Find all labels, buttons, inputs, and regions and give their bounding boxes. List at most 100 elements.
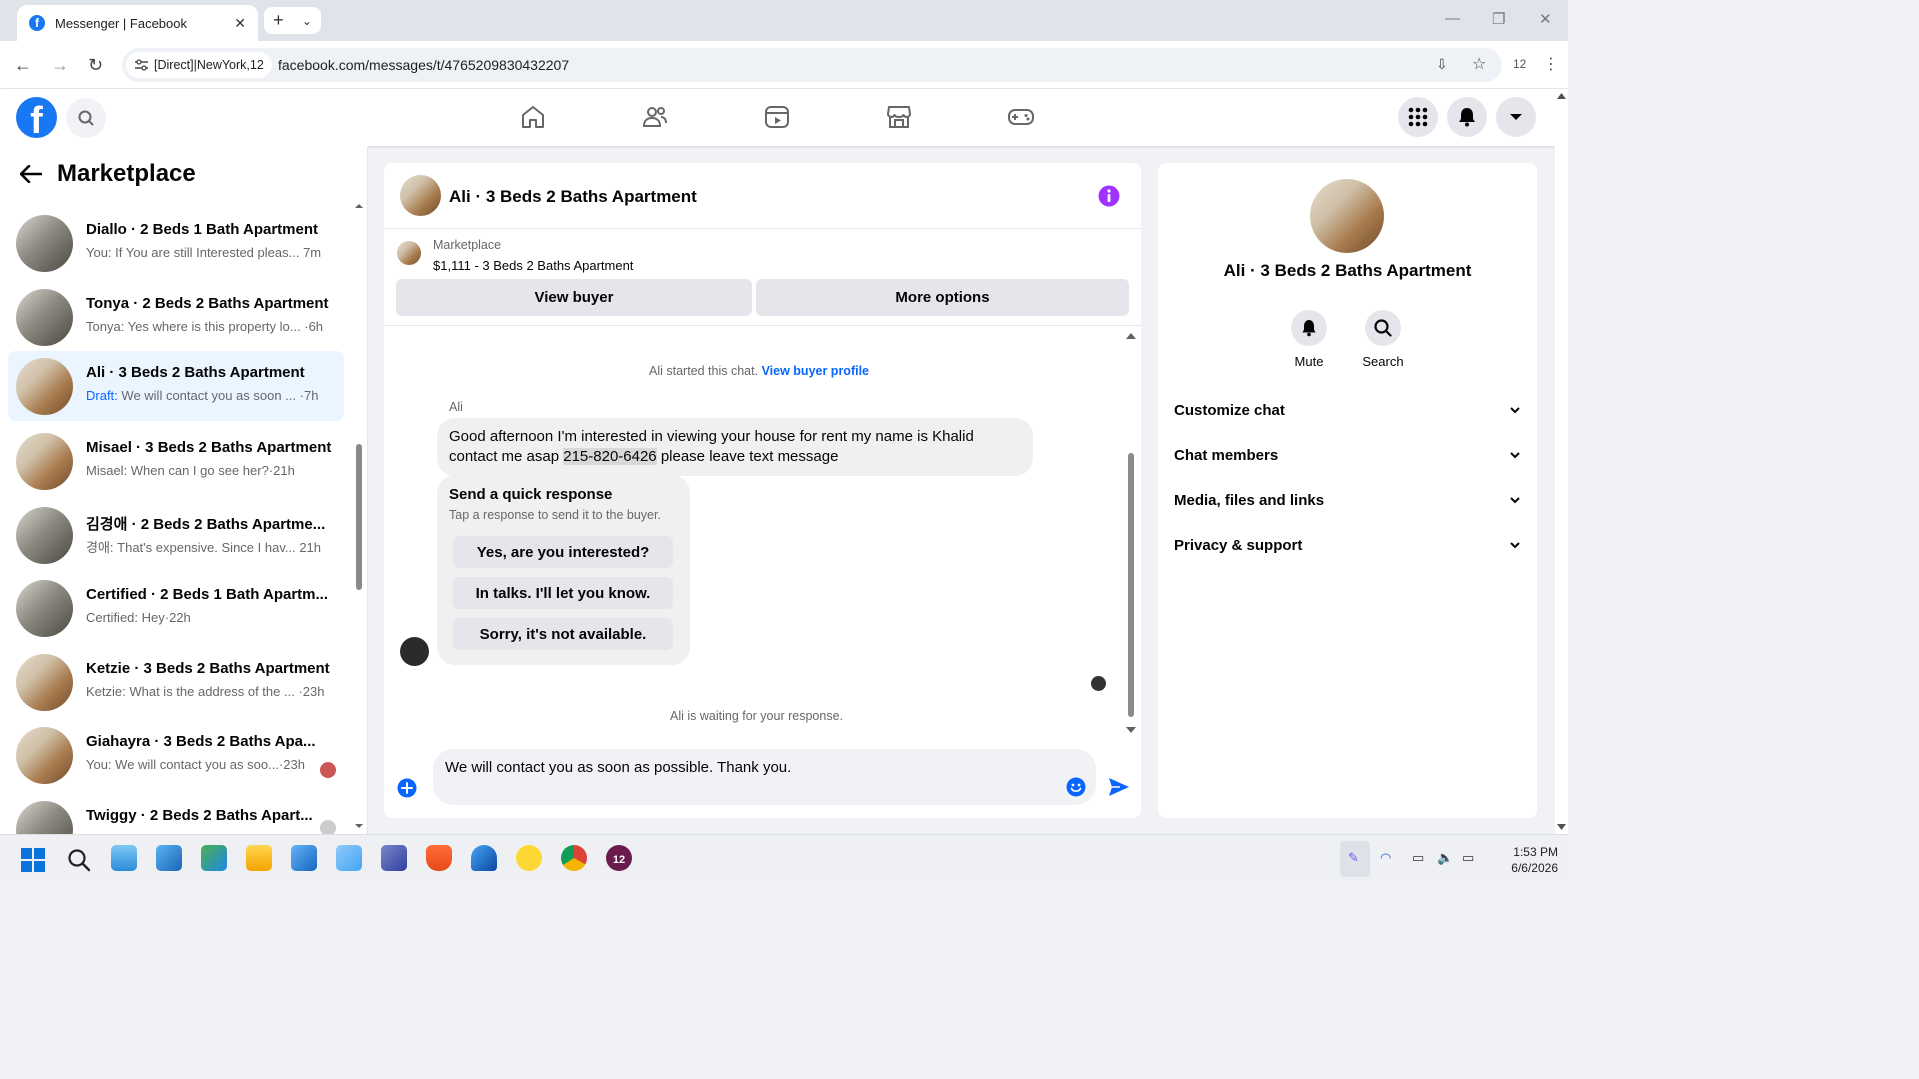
incoming-message-bubble[interactable]: Good afternoon I'm interested in viewing… (437, 418, 1033, 476)
snipping-app-icon[interactable] (156, 845, 182, 871)
conversation-preview: Draft: We will contact you as soon ... ·… (86, 388, 319, 403)
listing-thumbnail[interactable] (397, 241, 421, 265)
sender-avatar[interactable] (400, 637, 429, 666)
conversation-item[interactable]: Tonya · 2 Beds 2 Baths Apartment Tonya: … (8, 282, 344, 352)
notifications-bell-icon (1459, 108, 1475, 127)
notifications-button[interactable] (1447, 97, 1487, 137)
window-close-icon[interactable]: ✕ (1539, 10, 1552, 28)
pen-tray-button[interactable]: ✎ (1340, 841, 1370, 877)
profile-12-app-icon[interactable]: 12 (606, 845, 632, 871)
minimize-icon[interactable]: — (1445, 10, 1460, 27)
message-input-text: We will contact you as soon as possible.… (445, 759, 792, 776)
url-text[interactable]: facebook.com/messages/t/4765209830432207 (278, 48, 569, 82)
conversation-item[interactable]: Certified · 2 Beds 1 Bath Apartm... Cert… (8, 573, 344, 643)
reload-icon[interactable]: ↻ (88, 55, 103, 76)
conversation-item-active[interactable]: Ali · 3 Beds 2 Baths Apartment Draft: We… (8, 351, 344, 421)
battery-icon[interactable]: ▭ (1462, 850, 1474, 866)
avatar (16, 580, 73, 637)
search-icon (1374, 319, 1392, 337)
taskview-app-icon[interactable] (111, 845, 137, 871)
conversation-item[interactable]: Misael · 3 Beds 2 Baths Apartment Misael… (8, 426, 344, 496)
system-clock[interactable]: 1:53 PM 6/6/2026 (1488, 844, 1558, 876)
app-arc-icon[interactable] (471, 845, 497, 871)
info-icon[interactable] (1098, 185, 1120, 207)
marketplace-icon[interactable] (885, 103, 913, 131)
forward-arrow-icon[interactable]: → (51, 55, 69, 76)
quick-response-yes-button[interactable]: Yes, are you interested? (453, 536, 673, 568)
browser-tab-messenger[interactable]: f Messenger | Facebook ✕ (17, 5, 258, 41)
extension-count[interactable]: 12 (1513, 57, 1526, 71)
brave-browser-icon[interactable] (426, 845, 452, 871)
chat-avatar[interactable] (400, 175, 441, 216)
emoji-icon[interactable] (1066, 777, 1086, 797)
quick-response-unavailable-button[interactable]: Sorry, it's not available. (453, 618, 673, 650)
chat-scrollbar[interactable] (1126, 333, 1136, 733)
gaming-icon[interactable] (1007, 103, 1035, 131)
conversation-item[interactable]: Giahayra · 3 Beds 2 Baths Apa... You: We… (8, 720, 344, 790)
tab-search-chevron-icon[interactable]: ⌄ (302, 14, 312, 28)
view-buyer-profile-link[interactable]: View buyer profile (762, 364, 869, 378)
account-button[interactable] (1496, 97, 1536, 137)
site-chip-label: [Direct]|NewYork,12 (154, 58, 264, 72)
message-input[interactable]: We will contact you as soon as possible.… (433, 749, 1096, 805)
more-options-button[interactable]: More options (756, 279, 1129, 316)
back-arrow-icon[interactable]: ← (14, 55, 32, 76)
conversation-item[interactable]: Twiggy · 2 Beds 2 Baths Apart... (8, 794, 344, 834)
vpn-tray-icon[interactable]: ◠ (1380, 850, 1391, 866)
listing-title[interactable]: $1,111 - 3 Beds 2 Baths Apartment (433, 258, 633, 273)
chrome-icon[interactable] (561, 845, 587, 871)
browser-menu-icon[interactable]: ⋮ (1543, 54, 1559, 74)
site-info-chip[interactable]: [Direct]|NewYork,12 (126, 52, 272, 78)
vpn-app-icon[interactable] (381, 845, 407, 871)
conversation-item[interactable]: Diallo · 2 Beds 1 Bath Apartment You: If… (8, 208, 344, 278)
conversation-name: Giahayra · 3 Beds 2 Baths Apa... (86, 733, 316, 750)
back-arrow-icon[interactable] (20, 165, 42, 183)
bookmark-star-icon[interactable]: ☆ (1472, 54, 1486, 74)
send-icon[interactable] (1108, 777, 1130, 797)
conversation-name: Ketzie · 3 Beds 2 Baths Apartment (86, 660, 330, 677)
address-bar[interactable]: [Direct]|NewYork,12 facebook.com/message… (122, 48, 1502, 82)
search-action[interactable]: Search (1343, 310, 1423, 369)
conversation-preview: Misael: When can I go see her?·21h (86, 463, 295, 478)
privacy-support-row[interactable]: Privacy & support (1174, 525, 1520, 565)
control-panel-icon[interactable] (336, 845, 362, 871)
media-files-links-row[interactable]: Media, files and links (1174, 480, 1520, 520)
taskbar-search-icon[interactable] (67, 848, 91, 872)
restore-icon[interactable]: ❐ (1492, 10, 1505, 28)
video-icon[interactable] (763, 103, 791, 131)
network-app-icon[interactable] (291, 845, 317, 871)
volume-icon[interactable]: 🔈 (1437, 850, 1453, 866)
chat-title[interactable]: Ali · 3 Beds 2 Baths Apartment (449, 187, 697, 207)
page-scrollbar[interactable] (1555, 89, 1568, 834)
mute-action[interactable]: Mute (1269, 310, 1349, 369)
facebook-logo[interactable]: f (16, 97, 57, 138)
friends-icon[interactable] (641, 103, 669, 131)
customize-chat-row[interactable]: Customize chat (1174, 390, 1520, 430)
close-tab-icon[interactable]: ✕ (234, 15, 246, 32)
conversation-item[interactable]: 김경애 · 2 Beds 2 Baths Apartme... 경애: That… (8, 500, 344, 570)
display-tray-icon[interactable]: ▭ (1412, 850, 1424, 866)
menu-grid-button[interactable] (1398, 97, 1438, 137)
sidebar-scrollbar[interactable] (355, 204, 363, 832)
plus-circle-icon[interactable] (397, 778, 417, 798)
facebook-header: f (0, 89, 1555, 146)
chevron-down-icon (1510, 406, 1520, 413)
windows-start-icon[interactable] (21, 848, 45, 872)
new-tab-plus-icon[interactable]: + (273, 10, 284, 31)
widgets-app-icon[interactable] (201, 845, 227, 871)
ixbrowser-icon[interactable] (516, 845, 542, 871)
facebook-search-button[interactable] (66, 98, 106, 138)
profile-avatar[interactable] (1310, 179, 1384, 253)
account-caret-icon (1510, 114, 1522, 120)
conversation-preview: You: If You are still Interested pleas..… (86, 245, 322, 260)
chat-members-row[interactable]: Chat members (1174, 435, 1520, 475)
home-icon[interactable] (519, 103, 547, 131)
chevron-down-icon (1510, 451, 1520, 458)
install-app-icon[interactable]: ⇩ (1436, 56, 1448, 73)
view-buyer-button[interactable]: View buyer (396, 279, 752, 316)
file-explorer-icon[interactable] (246, 845, 272, 871)
bell-icon (1302, 320, 1316, 337)
profile-name: Ali · 3 Beds 2 Baths Apartment (1223, 261, 1472, 280)
quick-response-talks-button[interactable]: In talks. I'll let you know. (453, 577, 673, 609)
conversation-item[interactable]: Ketzie · 3 Beds 2 Baths Apartment Ketzie… (8, 647, 344, 717)
